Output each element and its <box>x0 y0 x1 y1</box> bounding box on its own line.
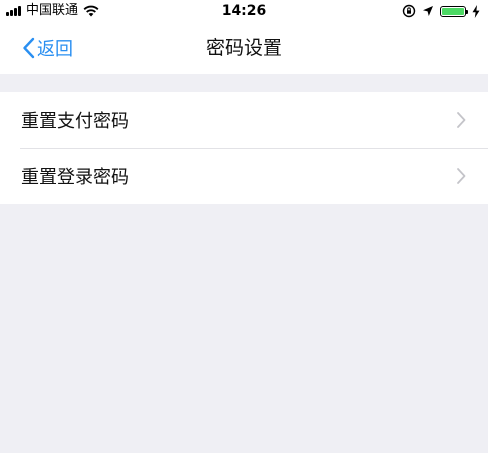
page-title: 密码设置 <box>205 37 282 59</box>
location-icon <box>423 6 433 16</box>
status-bar: 中国联通 14:26 <box>0 0 488 22</box>
list-item-label: 重置登录密码 <box>21 167 129 188</box>
reset-login-password-item[interactable]: 重置登录密码 <box>0 148 488 204</box>
reset-payment-password-item[interactable]: 重置支付密码 <box>0 92 488 148</box>
battery-icon <box>440 5 468 17</box>
status-right <box>402 3 480 19</box>
nav-bar: 返回 密码设置 <box>0 22 488 74</box>
orientation-lock-icon <box>402 4 416 18</box>
list-item-label: 重置支付密码 <box>21 111 129 132</box>
chevron-right-icon <box>457 168 466 184</box>
settings-list: 重置支付密码 重置登录密码 <box>0 92 488 204</box>
battery-level <box>442 7 464 15</box>
charging-icon <box>472 4 480 18</box>
screen: 中国联通 14:26 返回 密码设置 重置支付密码 重置登录密码 <box>0 0 488 453</box>
chevron-right-icon <box>457 112 466 128</box>
